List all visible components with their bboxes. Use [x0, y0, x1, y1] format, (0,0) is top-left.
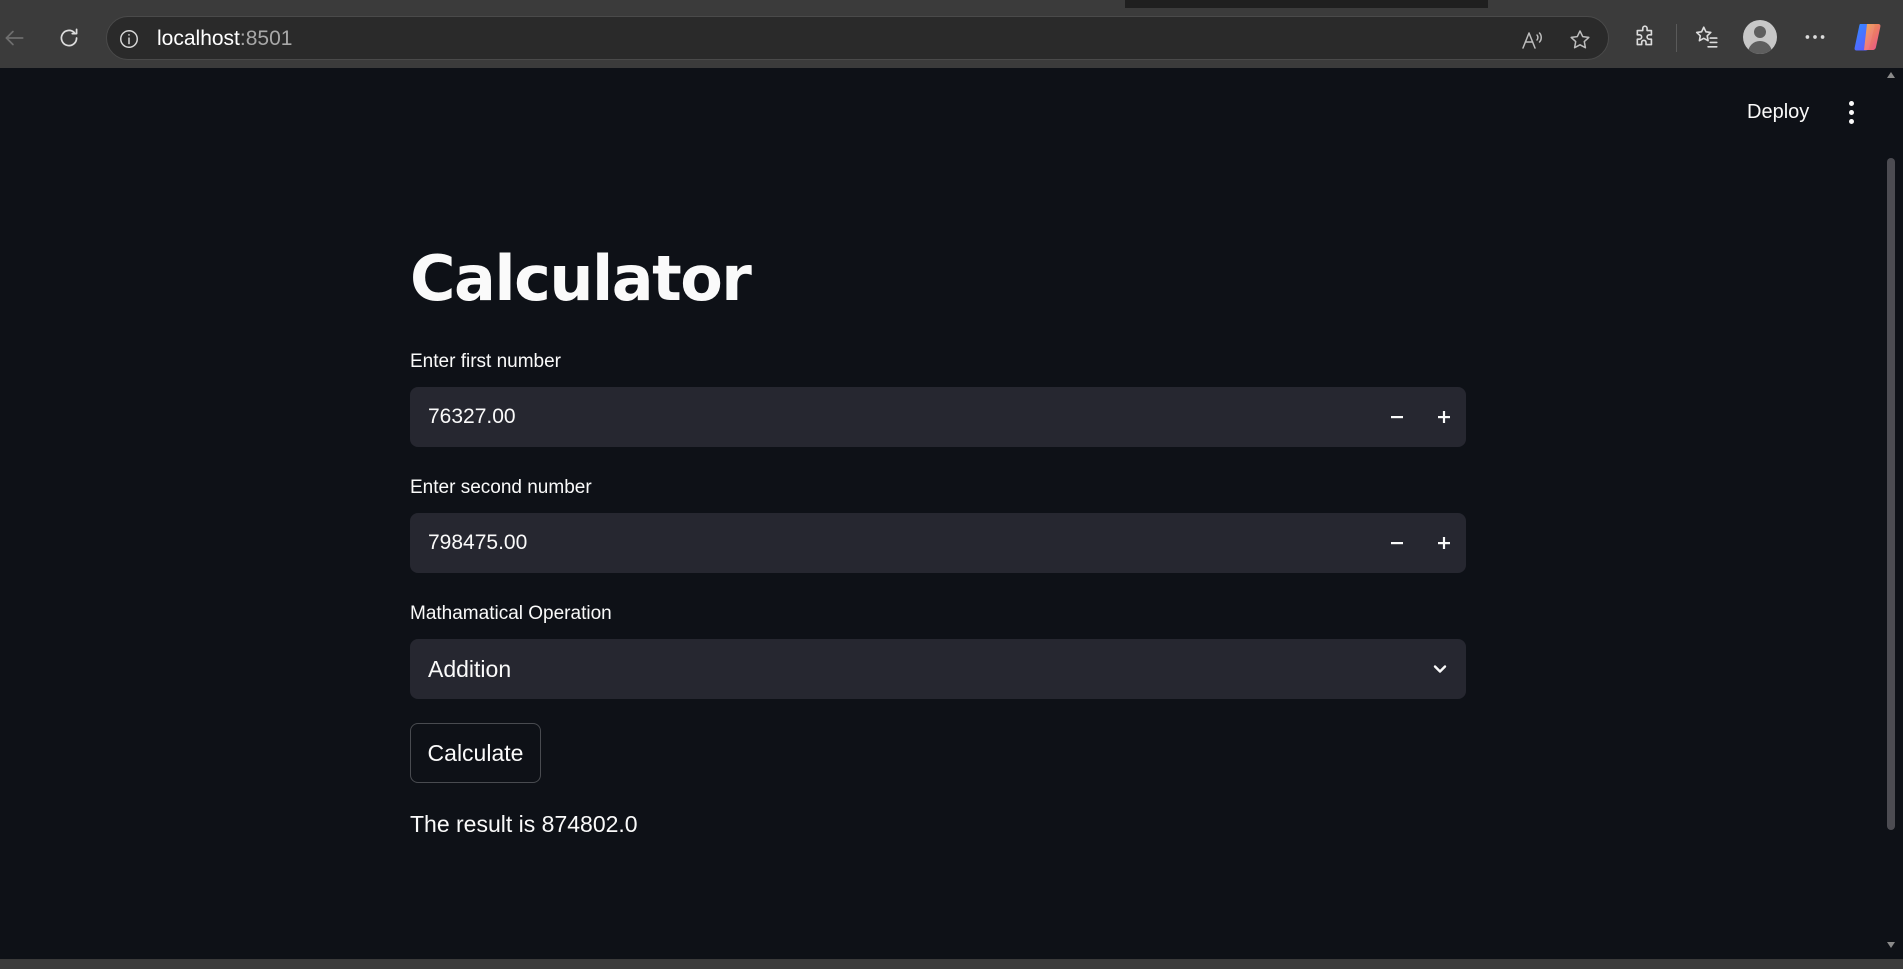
- first-number-input[interactable]: [410, 387, 1466, 447]
- scroll-down-icon[interactable]: [1885, 940, 1897, 950]
- first-number-field[interactable]: [428, 387, 1328, 447]
- result-text: The result is 874802.0: [410, 811, 638, 837]
- copilot-button[interactable]: [1852, 20, 1886, 54]
- kebab-menu-dot: [1848, 118, 1854, 124]
- info-icon[interactable]: [117, 27, 141, 51]
- deploy-button[interactable]: Deploy: [1735, 95, 1821, 129]
- app-main: Deploy Calculator Enter first number Ent…: [0, 68, 1903, 959]
- favorites-button[interactable]: [1688, 18, 1726, 56]
- tab-strip: [0, 0, 1903, 8]
- avatar-head: [1754, 26, 1766, 38]
- address-bar[interactable]: localhost:8501: [106, 16, 1609, 60]
- operation-label: Mathamatical Operation: [410, 603, 612, 624]
- first-number-increment[interactable]: [1422, 393, 1466, 441]
- copilot-icon: [1854, 24, 1881, 51]
- toolbar-divider: [1676, 24, 1677, 52]
- url-host: localhost: [157, 27, 240, 50]
- favorites-icon: [1695, 26, 1718, 48]
- chevron-down-icon[interactable]: [1428, 657, 1452, 681]
- url-port: :8501: [239, 27, 293, 50]
- puzzle-icon: [1636, 25, 1653, 46]
- avatar[interactable]: [1743, 20, 1777, 54]
- second-number-decrement[interactable]: [1375, 519, 1419, 567]
- avatar-body: [1748, 41, 1772, 54]
- second-number-label: Enter second number: [410, 477, 592, 498]
- refresh-icon: [60, 28, 78, 47]
- second-number-input[interactable]: [410, 513, 1466, 573]
- first-number-decrement[interactable]: [1375, 393, 1419, 441]
- kebab-menu-icon: [1848, 100, 1854, 106]
- second-number-field[interactable]: [428, 513, 1328, 573]
- first-number-label: Enter first number: [410, 351, 561, 372]
- calculate-button[interactable]: Calculate: [410, 723, 541, 783]
- plus-icon: [1438, 411, 1450, 423]
- refresh-button[interactable]: [51, 20, 87, 56]
- main-menu-button[interactable]: [1838, 95, 1864, 129]
- window-bottom-edge: [0, 959, 1903, 969]
- browser-toolbar: localhost:8501: [0, 0, 1903, 68]
- second-number-increment[interactable]: [1422, 519, 1466, 567]
- scroll-up-icon[interactable]: [1885, 70, 1897, 80]
- minus-icon: [1391, 416, 1403, 419]
- back-button[interactable]: [0, 20, 32, 56]
- kebab-menu-dot: [1848, 109, 1854, 115]
- inactive-tab-edge[interactable]: [1488, 0, 1903, 8]
- operation-selected-value: Addition: [428, 656, 512, 682]
- settings-more-button[interactable]: [1796, 18, 1834, 56]
- minus-icon: [1391, 542, 1403, 545]
- extensions-button[interactable]: [1627, 18, 1665, 56]
- arrow-left-icon: [5, 30, 24, 46]
- read-aloud-icon[interactable]: [1519, 27, 1545, 53]
- active-tab-edge[interactable]: [0, 0, 1125, 8]
- star-icon[interactable]: [1567, 27, 1593, 53]
- scrollbar-thumb[interactable]: [1887, 158, 1895, 830]
- plus-icon: [1438, 537, 1450, 549]
- url-text[interactable]: localhost:8501: [157, 28, 292, 50]
- ellipsis-icon: [1805, 35, 1825, 39]
- page-title: Calculator: [410, 242, 752, 315]
- operation-select[interactable]: Addition: [410, 639, 1466, 699]
